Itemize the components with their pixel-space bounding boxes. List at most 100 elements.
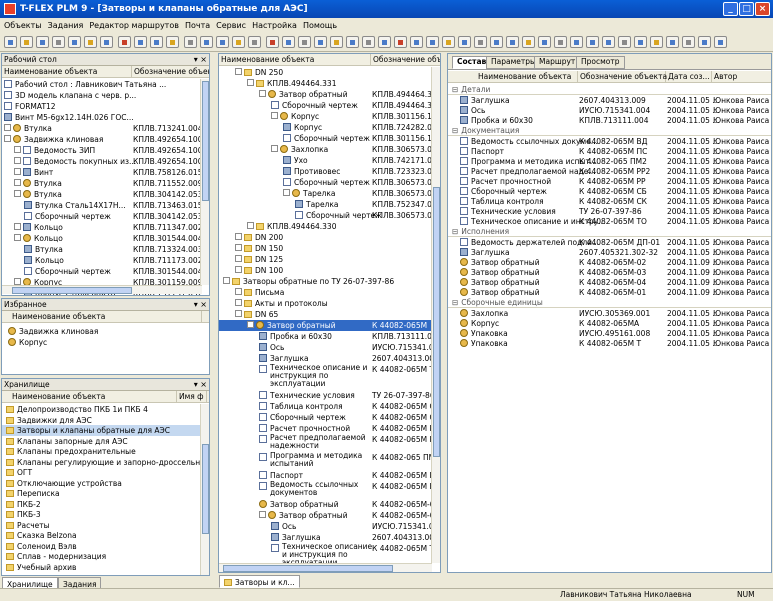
toolbar-button-icon[interactable] xyxy=(216,36,229,48)
expand-icon[interactable] xyxy=(14,146,21,153)
storage-vscroll[interactable] xyxy=(200,404,209,575)
tree-row[interactable]: Рабочий стол : Лавникович Татьяна ... xyxy=(2,79,202,90)
expand-icon[interactable] xyxy=(14,223,21,230)
menu-item-4[interactable]: Сервис xyxy=(216,21,246,30)
expand-icon[interactable] xyxy=(235,233,242,240)
tree-row[interactable]: Сборочный чертеж КПЛВ.494464.331 xyxy=(219,100,432,111)
tree-row[interactable]: DN 125 xyxy=(219,254,432,265)
tree-row[interactable]: Сборочный чертежКПЛВ.306573.088 xyxy=(219,210,432,221)
expand-icon[interactable] xyxy=(235,266,242,273)
collapse-icon[interactable] xyxy=(259,511,266,518)
collapse-icon[interactable] xyxy=(271,145,278,152)
tree-row[interactable]: Корпус КПЛВ.301156.158 xyxy=(219,111,432,122)
column-code[interactable]: Обозначение объекта xyxy=(371,54,440,65)
toolbar-button-icon[interactable] xyxy=(458,36,471,48)
tree-row[interactable]: Тарелка КПЛВ.752347.021 xyxy=(219,199,432,210)
tree-hscroll[interactable] xyxy=(219,563,432,572)
tree-row[interactable]: FORMAT12 xyxy=(2,101,202,112)
toolbar-button-icon[interactable] xyxy=(442,36,455,48)
toolbar-button-icon[interactable] xyxy=(650,36,663,48)
toolbar-button-icon[interactable] xyxy=(4,36,17,48)
toolbar-button-icon[interactable] xyxy=(150,36,163,48)
group-collapse-icon[interactable]: ⊟ xyxy=(452,227,458,236)
tab-3[interactable]: Просмотр xyxy=(576,56,625,69)
tree-row[interactable]: Сборочный чертеж КПЛВ.301544.004 СБ xyxy=(2,266,202,277)
tree-row[interactable]: Винт КПЛВ.758126.015 xyxy=(2,167,202,178)
toolbar-button-icon[interactable] xyxy=(298,36,311,48)
close-button[interactable]: × xyxy=(755,2,770,16)
tree-row[interactable]: Корпус КПЛВ.724282.039 xyxy=(219,122,432,133)
menu-item-2[interactable]: Редактор маршрутов xyxy=(89,21,179,30)
collapse-icon[interactable] xyxy=(14,278,21,285)
tree-row[interactable]: Технические условия ТУ 26-07-397-86 xyxy=(219,390,432,401)
menu-item-0[interactable]: Объекты xyxy=(4,21,42,30)
tree-row[interactable]: Акты и протоколы xyxy=(219,298,432,309)
toolbar-button-icon[interactable] xyxy=(84,36,97,48)
desktop-vscroll[interactable] xyxy=(200,79,209,285)
favorite-item[interactable]: Задвижка клиновая xyxy=(2,326,209,337)
storage-item[interactable]: ПКБ-3 xyxy=(2,509,201,520)
toolbar-button-icon[interactable] xyxy=(538,36,551,48)
tree-row[interactable]: Сборочный чертежКПЛВ.306573.087 xyxy=(219,177,432,188)
toolbar-button-icon[interactable] xyxy=(330,36,343,48)
toolbar-button-icon[interactable] xyxy=(166,36,179,48)
group-header[interactable]: ⊟ Сборочные единицы xyxy=(448,297,771,308)
collapse-icon[interactable] xyxy=(14,190,21,197)
toolbar-button-icon[interactable] xyxy=(200,36,213,48)
collapse-icon[interactable] xyxy=(4,135,11,142)
group-header[interactable]: ⊟ Исполнения xyxy=(448,226,771,237)
tree-row[interactable]: Таблица контроля К 44082-065М СК xyxy=(219,401,432,412)
column-filename[interactable]: Имя ф xyxy=(177,391,207,402)
storage-item[interactable]: Учебный архив xyxy=(2,562,201,573)
tree-row[interactable]: Втулка КПЛВ.711552.009 xyxy=(2,178,202,189)
tree-row[interactable]: Затворы обратные по ТУ 26-07-397-86 xyxy=(219,276,432,287)
toolbar-button-icon[interactable] xyxy=(410,36,423,48)
tree-row[interactable]: Захлопка КПЛВ.306573.087 xyxy=(219,144,432,155)
toolbar-button-icon[interactable] xyxy=(522,36,535,48)
toolbar-button-icon[interactable] xyxy=(68,36,81,48)
details-row[interactable]: Упаковка К 44082-065М Т 2004.11.05 ... Юнко… xyxy=(448,338,771,349)
toolbar-button-icon[interactable] xyxy=(618,36,631,48)
tree-row[interactable]: Пробка и 60х30 КПЛВ.713111.004 xyxy=(219,331,432,342)
panel-close-icon[interactable]: ▾ × xyxy=(194,54,207,66)
column-name[interactable]: Наименование объекта xyxy=(2,66,132,77)
expand-icon[interactable] xyxy=(14,168,21,175)
tree-row[interactable]: Ухо КПЛВ.742171.008 xyxy=(219,155,432,166)
tree-row[interactable]: Расчет прочностной К 44082-065М РР xyxy=(219,423,432,434)
storage-item[interactable]: Соленоид Вэлв xyxy=(2,541,201,552)
tree-row[interactable]: Техническое описание и инструкция по экс… xyxy=(219,364,432,390)
expand-icon[interactable] xyxy=(235,299,242,306)
expand-icon[interactable] xyxy=(14,179,21,186)
tree-row[interactable]: DN 65 xyxy=(219,309,432,320)
minimize-button[interactable]: _ xyxy=(723,2,738,16)
column-date[interactable]: Дата соз... xyxy=(666,71,712,82)
collapse-icon[interactable] xyxy=(271,112,278,119)
expand-icon[interactable] xyxy=(14,157,21,164)
tree-row[interactable]: Затвор обратный КПЛВ.494464.331 xyxy=(219,89,432,100)
storage-item[interactable]: Клапаны предохранительные xyxy=(2,446,201,457)
storage-item[interactable]: Сказка Belzona xyxy=(2,530,201,541)
tree-row[interactable]: Кольцо КПЛВ.711173.002 xyxy=(2,255,202,266)
toolbar-button-icon[interactable] xyxy=(394,36,407,48)
toolbar-button-icon[interactable] xyxy=(586,36,599,48)
menu-item-1[interactable]: Задания xyxy=(48,21,84,30)
expand-icon[interactable] xyxy=(235,255,242,262)
tree-row[interactable]: DN 250 xyxy=(219,67,432,78)
tree-row[interactable]: Сборочный чертежКПЛВ.301156.158 xyxy=(219,133,432,144)
toolbar-button-icon[interactable] xyxy=(426,36,439,48)
tree-row[interactable]: DN 150 xyxy=(219,243,432,254)
toolbar-button-icon[interactable] xyxy=(134,36,147,48)
tree-row[interactable]: Втулка КПЛВ.304142.053 xyxy=(2,189,202,200)
tree-row[interactable]: Ведомость ссылочных документов К 44082-06… xyxy=(219,481,432,499)
tree-row[interactable]: Заглушка 2607.404313.009 xyxy=(219,353,432,364)
tree-row[interactable]: Письма xyxy=(219,287,432,298)
toolbar-button-icon[interactable] xyxy=(474,36,487,48)
tree-row[interactable]: Кольцо КПЛВ.301544.004 xyxy=(2,233,202,244)
toolbar-button-icon[interactable] xyxy=(490,36,503,48)
desktop-hscroll[interactable] xyxy=(2,285,202,294)
column-code[interactable]: Обозначение объекта xyxy=(578,71,667,82)
tree-row[interactable]: Затвор обратный К 44082-065М xyxy=(219,320,432,331)
tree-row[interactable]: Затвор обратный К 44082-065М-03 xyxy=(219,510,432,521)
storage-item[interactable]: ПКБ-2 xyxy=(2,499,201,510)
menu-item-5[interactable]: Настройка xyxy=(252,21,297,30)
